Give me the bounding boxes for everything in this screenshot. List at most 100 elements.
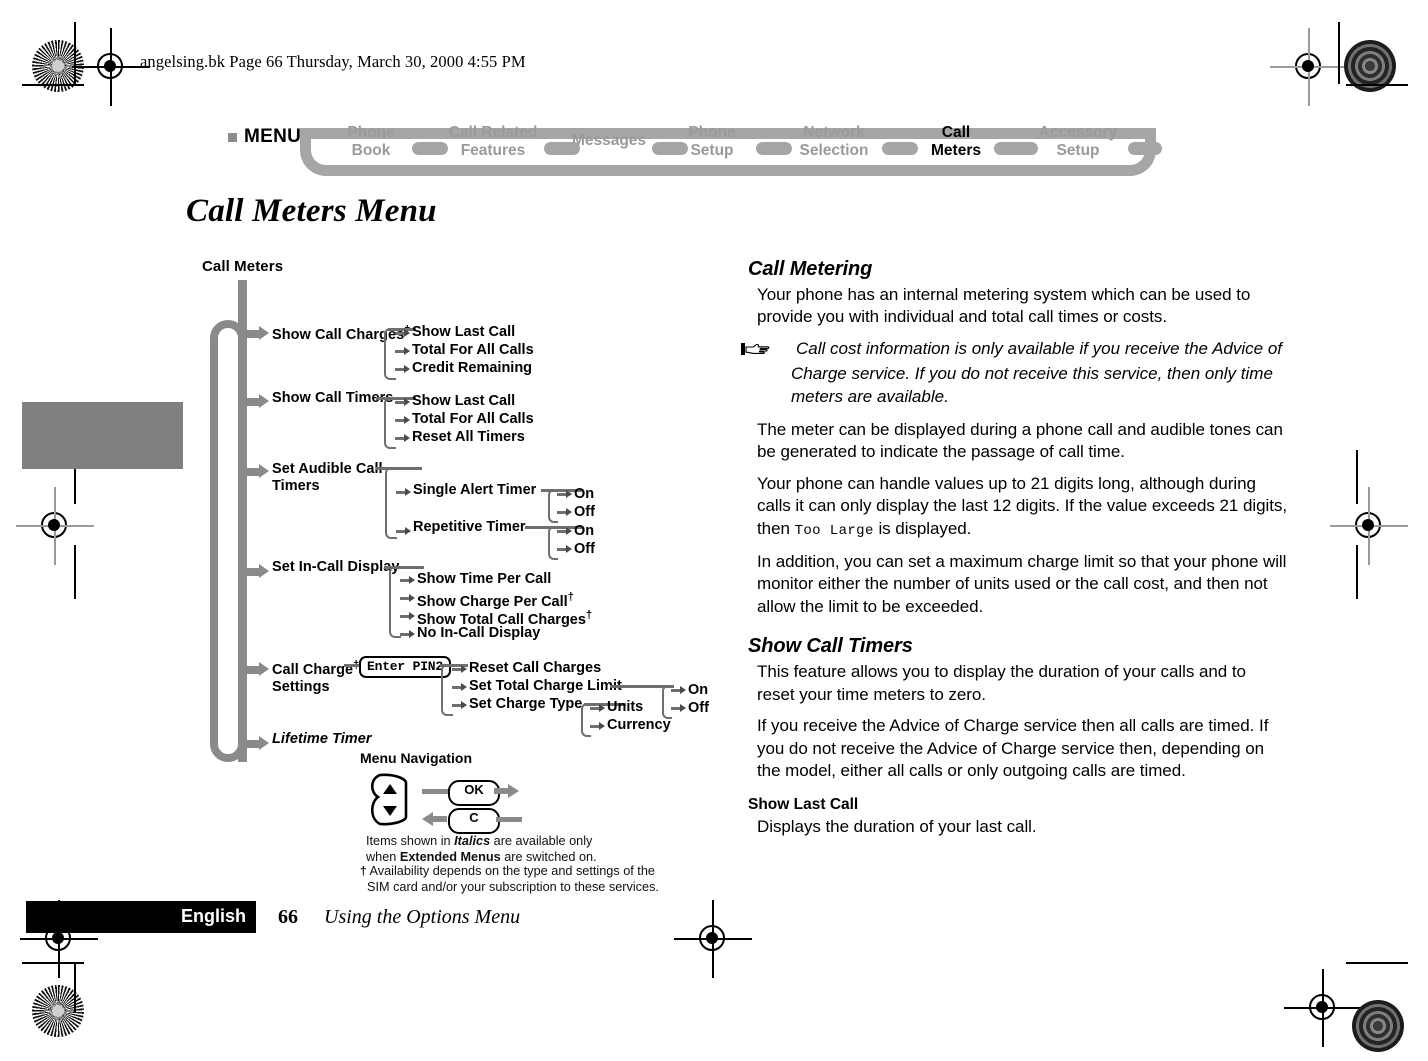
nav-item-call-related-features[interactable]: Call Related Features (428, 124, 558, 159)
tree-leaf-reset-all-timers[interactable]: Reset All Timers (412, 429, 525, 447)
tree-bracket-tick (557, 511, 566, 514)
tree-leaf-total-for-all-calls[interactable]: Total For All Calls (412, 342, 534, 360)
tree-leaf-off[interactable]: Off (574, 504, 595, 522)
nav-connector-pill (1128, 142, 1162, 155)
tree-bracket-tick (452, 704, 461, 707)
tree-bracket-timers (384, 397, 396, 449)
menu-bullet-icon (228, 132, 237, 142)
tree-branch-set-in-call-display[interactable]: Set In-Call Display (272, 559, 399, 576)
note-advice-of-charge: Call cost information is only available … (741, 338, 1288, 408)
arrow-right-icon (494, 784, 519, 798)
tree-leaf-repetitive-timer[interactable]: Repetitive Timer (413, 519, 526, 537)
legend-line-left (422, 789, 450, 794)
tree-arrow (404, 434, 410, 442)
trim-mark (22, 84, 84, 86)
tree-arrow (566, 545, 572, 553)
tree-leaf-single-alert-timer[interactable]: Single Alert Timer (413, 482, 536, 500)
legend-dagger-note: † Availability depends on the type and s… (360, 864, 659, 894)
legend-italics-note: Items shown in Italics are available onl… (366, 834, 597, 864)
tree-bracket-tick (395, 419, 404, 422)
tree-outer-loop (210, 320, 246, 762)
registration-cross-top-right (1270, 28, 1348, 106)
tree-arrow (461, 683, 467, 691)
nav-connector-pill (882, 142, 918, 155)
paragraph-meter-display: The meter can be displayed during a phon… (757, 420, 1283, 462)
tree-arrow (566, 490, 572, 498)
nav-item-accessory-setup[interactable]: Accessory Setup (1026, 124, 1130, 159)
trim-mark (1356, 450, 1358, 504)
registration-cross-top-left (72, 28, 150, 106)
tree-leaf-total-for-all-calls[interactable]: Total For All Calls (412, 411, 534, 429)
tree-bracket-tick (396, 530, 405, 533)
tree-leaf-reset-call-charges[interactable]: Reset Call Charges (469, 660, 601, 678)
tree-leaf-credit-remaining[interactable]: Credit Remaining (412, 360, 532, 378)
tree-bracket-tick (671, 707, 680, 710)
c-key-icon[interactable]: C (448, 808, 500, 834)
updown-rocker-key-icon[interactable] (366, 772, 414, 828)
tree-arrow (404, 347, 410, 355)
footer-section-title: Using the Options Menu (324, 906, 521, 928)
tree-bracket-tick (400, 579, 409, 582)
footer-language-label: English (180, 906, 246, 926)
tree-bracket-tick (452, 686, 461, 689)
nav-item-network-selection[interactable]: Network Selection (784, 124, 884, 159)
trim-mark (74, 545, 76, 599)
tree-arrow (259, 564, 269, 578)
tree-bracket-tick (395, 332, 404, 335)
trim-mark (74, 962, 76, 1012)
trim-mark (1356, 545, 1358, 599)
tree-bracket-charges (384, 328, 396, 380)
tree-bracket-tick (396, 491, 405, 494)
tree-branch-set-audible-call-timers[interactable]: Set Audible Call Timers (272, 461, 383, 495)
paragraph-digit-limits: Your phone can handle values up to 21 di… (757, 473, 1288, 539)
chapter-side-tab (22, 402, 183, 469)
registration-burst-bottom-left (32, 985, 84, 1037)
tree-stub (246, 666, 260, 674)
tree-leaf-set-charge-type[interactable]: Set Charge Type (469, 696, 582, 714)
tree-leaf-on[interactable]: On (688, 682, 708, 700)
tree-arrow (404, 398, 410, 406)
tree-branch-call-charge-settings[interactable]: Call Charge† Settings (272, 657, 359, 696)
paragraph-advice-of-charge-timing: If you receive the Advice of Charge serv… (757, 716, 1269, 780)
tree-connector (376, 397, 416, 400)
tree-leaf-on[interactable]: On (574, 523, 594, 541)
tree-leaf-off[interactable]: Off (574, 541, 595, 559)
tree-arrow (405, 527, 411, 535)
tree-arrow (404, 365, 410, 373)
paragraph-timers-feature: This feature allows you to display the d… (757, 662, 1246, 704)
tree-leaf-no-in-call-display[interactable]: No In-Call Display (417, 625, 540, 643)
tree-leaf-show-last-call[interactable]: Show Last Call (412, 324, 515, 342)
tree-bracket-tick (590, 725, 599, 728)
tree-bracket-tick (400, 633, 409, 636)
tree-leaf-units[interactable]: Units (607, 699, 643, 717)
menu-navigation-legend: Menu Navigation OK C Items shown in Ital… (360, 750, 660, 894)
tree-arrow (405, 488, 411, 496)
tree-leaf-show-last-call[interactable]: Show Last Call (412, 393, 515, 411)
heading-call-metering: Call Metering (748, 258, 873, 280)
nav-item-call-meters[interactable]: Call Meters (914, 124, 998, 159)
ok-key-icon[interactable]: OK (448, 780, 500, 806)
tree-bracket-charge-settings (441, 664, 453, 716)
tree-leaf-show-time-per-call[interactable]: Show Time Per Call (417, 571, 551, 589)
tree-stub (246, 568, 260, 576)
tree-arrow (409, 576, 415, 584)
nav-item-messages[interactable]: Messages (554, 132, 664, 150)
tree-bracket-tick (557, 493, 566, 496)
tree-leaf-off[interactable]: Off (688, 700, 709, 718)
tree-leaf-on[interactable]: On (574, 486, 594, 504)
content-column: Call Metering Your phone has an internal… (741, 258, 1288, 848)
legend-heading: Menu Navigation (360, 750, 473, 766)
tree-leaf-set-total-charge-limit[interactable]: Set Total Charge Limit (469, 678, 622, 696)
tree-stub (246, 398, 260, 406)
tree-arrow (259, 736, 269, 750)
tree-arrow (259, 326, 269, 340)
tree-node-enter-pin2[interactable]: Enter PIN2 (359, 656, 452, 678)
nav-item-phone-book[interactable]: Phone Book (332, 124, 410, 159)
heading-show-last-call: Show Last Call (748, 796, 859, 814)
tree-leaf-currency[interactable]: Currency (607, 717, 671, 735)
tree-stub (246, 330, 260, 338)
tree-arrow (409, 630, 415, 638)
tree-branch-lifetime-timer[interactable]: Lifetime Timer (272, 731, 372, 748)
document-print-header: angelsing.bk Page 66 Thursday, March 30,… (140, 52, 526, 71)
nav-item-phone-setup[interactable]: Phone Setup (670, 124, 754, 159)
